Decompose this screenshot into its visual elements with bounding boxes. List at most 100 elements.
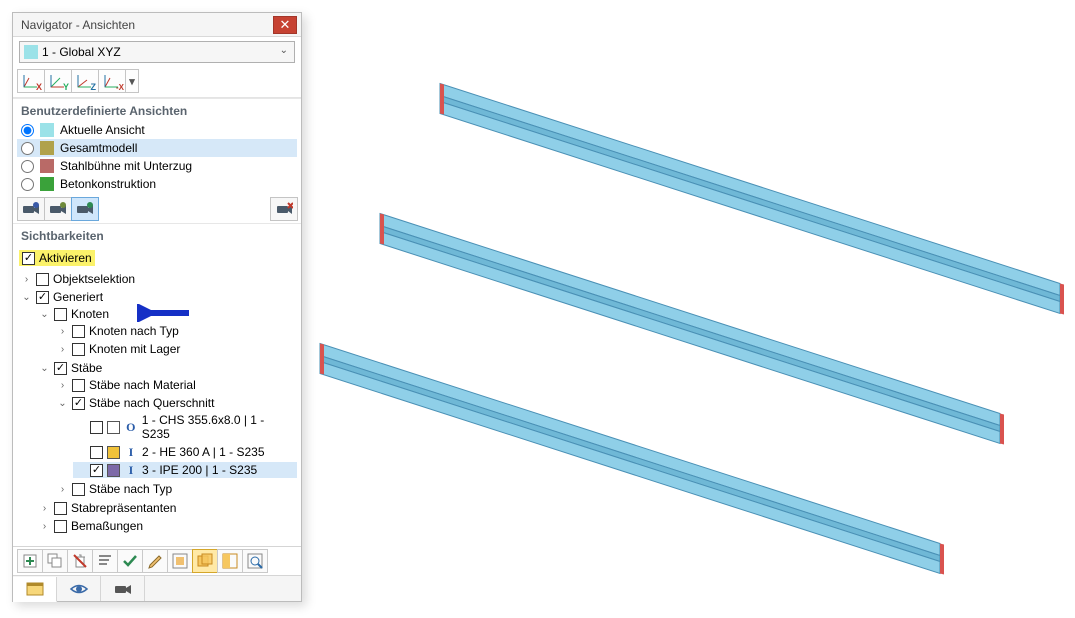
titlebar: Navigator - Ansichten ✕ (13, 13, 301, 37)
btn-apply[interactable] (117, 549, 143, 573)
section-swatch (107, 421, 120, 434)
camera-1[interactable] (17, 197, 45, 221)
checkbox[interactable] (36, 273, 49, 286)
checkbox[interactable] (90, 464, 103, 477)
checkbox[interactable] (54, 362, 67, 375)
axis-z-button[interactable]: Z (71, 69, 99, 93)
btn-sort[interactable] (92, 549, 118, 573)
checkbox[interactable] (36, 291, 49, 304)
axis-y-button[interactable]: Y (44, 69, 72, 93)
chevron-down-icon[interactable]: ⌄ (39, 309, 50, 320)
user-view-swatch (40, 141, 54, 155)
checkbox[interactable] (90, 421, 103, 434)
close-button[interactable]: ✕ (273, 16, 297, 34)
checkbox[interactable] (90, 446, 103, 459)
section-item[interactable]: I3 - IPE 200 | 1 - S235 (73, 462, 297, 478)
activate-label: Aktivieren (39, 251, 92, 265)
chevron-right-icon[interactable]: › (57, 326, 68, 337)
tree-node[interactable]: ⌄Stäbe nach Querschnitt (55, 395, 297, 411)
checkbox[interactable] (54, 308, 67, 321)
tab-data[interactable] (13, 577, 57, 602)
section-item[interactable]: I2 - HE 360 A | 1 - S235 (73, 444, 297, 460)
user-view-radio[interactable] (21, 160, 34, 173)
section-item[interactable]: O1 - CHS 355.6x8.0 | 1 - S235 (73, 412, 297, 442)
tree-node[interactable]: ›Stäbe nach Material (55, 377, 297, 393)
chevron-right-icon[interactable]: › (57, 380, 68, 391)
view-selector-label: 1 - Global XYZ (42, 45, 121, 59)
btn-edit[interactable] (142, 549, 168, 573)
chevron-right-icon[interactable]: › (57, 484, 68, 495)
checkbox[interactable] (72, 483, 85, 496)
user-view-row[interactable]: Gesamtmodell (17, 139, 297, 157)
checkbox[interactable] (72, 379, 85, 392)
camera-3[interactable] (71, 197, 99, 221)
btn-isolate[interactable] (242, 549, 268, 573)
user-view-label: Stahlbühne mit Unterzug (60, 159, 192, 173)
activate-toggle[interactable]: Aktivieren (19, 250, 95, 266)
user-view-radio[interactable] (21, 142, 34, 155)
section-profile-icon: O (124, 420, 138, 434)
tree-node[interactable]: ›Stäbe nach Typ (55, 481, 297, 497)
tab-views[interactable] (57, 576, 101, 601)
visibilities-area: Aktivieren ›Objektselektion ⌄Generiert⌄Kn… (13, 246, 301, 546)
tree-node-staebe[interactable]: ⌄Stäbe (37, 360, 297, 376)
user-view-row[interactable]: Aktuelle Ansicht (17, 121, 297, 139)
chevron-down-icon[interactable]: ⌄ (57, 398, 68, 409)
tab-cams[interactable] (101, 576, 145, 601)
user-view-label: Gesamtmodell (60, 141, 137, 155)
checkbox[interactable] (72, 325, 85, 338)
chevron-right-icon[interactable]: › (39, 503, 50, 514)
axis-more-button[interactable]: ▾ (125, 69, 139, 93)
tree-node[interactable]: ›Stabrepräsentanten (37, 500, 297, 516)
axis-buttons: X Y Z -X ▾ (13, 67, 301, 98)
user-view-radio[interactable] (21, 178, 34, 191)
user-view-swatch (40, 123, 54, 137)
chevron-right-icon[interactable]: › (21, 274, 32, 285)
checkbox[interactable] (72, 397, 85, 410)
tree-node[interactable]: ›Bemaßungen (37, 518, 297, 534)
user-views-list: Aktuelle Ansicht Gesamtmodell Stahlbühne m… (13, 121, 301, 195)
chevron-down-icon[interactable]: ⌄ (21, 292, 32, 303)
tree-node-knoten[interactable]: ⌄Knoten (37, 306, 297, 322)
chevron-down-icon: ⌄ (280, 45, 288, 56)
chevron-right-icon[interactable]: › (57, 344, 68, 355)
tree-node-generiert[interactable]: ⌄Generiert (19, 289, 297, 305)
user-view-radio[interactable] (21, 124, 34, 137)
user-views-heading: Benutzerdefinierte Ansichten (13, 98, 301, 121)
chevron-down-icon[interactable]: ⌄ (39, 363, 50, 374)
checkbox[interactable] (54, 502, 67, 515)
activate-checkbox[interactable] (22, 252, 35, 265)
camera-2[interactable] (44, 197, 72, 221)
btn-new[interactable] (17, 549, 43, 573)
btn-union[interactable] (192, 549, 218, 573)
section-profile-icon: I (124, 463, 138, 477)
axis-x-button[interactable]: X (17, 69, 45, 93)
checkbox[interactable] (72, 343, 85, 356)
checkbox[interactable] (54, 520, 67, 533)
chevron-right-icon[interactable]: › (39, 521, 50, 532)
section-swatch (107, 446, 120, 459)
tree-node[interactable]: ›Knoten mit Lager (55, 341, 297, 357)
btn-dup[interactable] (42, 549, 68, 573)
bottom-toolbar (13, 546, 301, 575)
view-swatch (24, 45, 38, 59)
navigator-panel: Navigator - Ansichten ✕ 1 - Global XYZ ⌄… (12, 12, 302, 602)
panel-title: Navigator - Ansichten (21, 18, 273, 32)
tree-node[interactable]: ›Knoten nach Typ (55, 323, 297, 339)
camera-delete-button[interactable] (270, 197, 298, 221)
tree-node-objektselektion[interactable]: ›Objektselektion (19, 271, 297, 287)
section-profile-icon: I (124, 445, 138, 459)
user-view-label: Betonkonstruktion (60, 177, 156, 191)
user-view-swatch (40, 159, 54, 173)
section-swatch (107, 464, 120, 477)
user-view-row[interactable]: Stahlbühne mit Unterzug (17, 157, 297, 175)
user-view-row[interactable]: Betonkonstruktion (17, 175, 297, 193)
viewport-3d[interactable] (310, 12, 1075, 615)
visibilities-heading: Sichtbarkeiten (13, 223, 301, 246)
btn-filter[interactable] (167, 549, 193, 573)
btn-invert[interactable] (217, 549, 243, 573)
view-selector[interactable]: 1 - Global XYZ ⌄ (19, 41, 295, 63)
tabbar (13, 575, 301, 601)
btn-del[interactable] (67, 549, 93, 573)
axis-neg-x-button[interactable]: -X (98, 69, 126, 93)
